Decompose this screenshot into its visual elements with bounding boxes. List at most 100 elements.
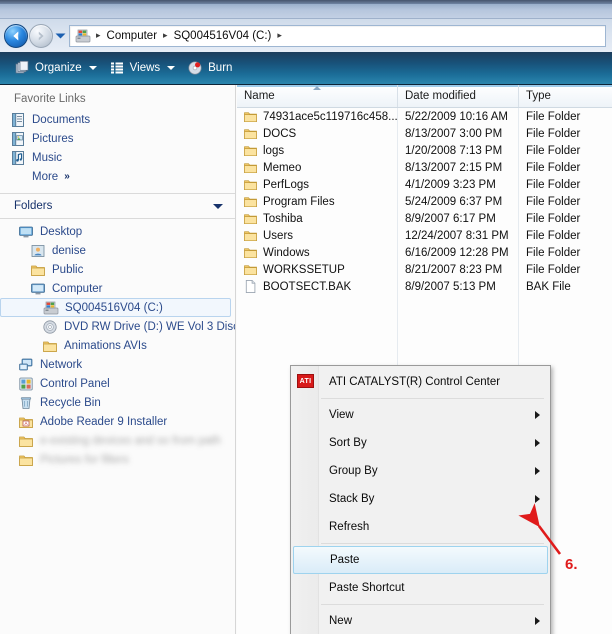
- column-header-date-modified[interactable]: Date modified: [397, 85, 518, 107]
- history-dropdown-icon[interactable]: [53, 24, 67, 48]
- tree-item-network[interactable]: Network: [0, 355, 235, 374]
- back-arrow-icon[interactable]: [4, 24, 28, 48]
- sidebar-item-music[interactable]: Music: [0, 148, 235, 167]
- menu-item-ati-catalyst-control-center[interactable]: ATI ATI CATALYST(R) Control Center: [291, 368, 550, 396]
- toolbar: Organize Views Bur: [0, 52, 612, 85]
- column-header-type[interactable]: Type: [518, 85, 612, 107]
- documents-icon: [10, 112, 26, 128]
- table-row[interactable]: PerfLogs 4/1/2009 3:23 PM File Folder: [237, 176, 612, 193]
- file-name-text: WORKSSETUP: [263, 264, 345, 276]
- submenu-arrow-icon: [535, 411, 540, 419]
- table-row[interactable]: 74931ace5c119716c458... 5/22/2009 10:16 …: [237, 108, 612, 125]
- views-icon: [109, 60, 125, 76]
- tree-item-desktop[interactable]: Desktop: [0, 222, 235, 241]
- organize-icon: [14, 60, 30, 76]
- table-row[interactable]: Memeo 8/13/2007 2:15 PM File Folder: [237, 159, 612, 176]
- tree-item-control-panel[interactable]: Control Panel: [0, 374, 235, 393]
- table-row[interactable]: WORKSSETUP 8/21/2007 8:23 PM File Folder: [237, 261, 612, 278]
- menu-item-new[interactable]: New: [291, 607, 550, 634]
- tree-item-redacted-2[interactable]: Pictures for filters: [0, 450, 235, 469]
- folder-icon: [243, 211, 258, 226]
- menu-item-view[interactable]: View: [291, 401, 550, 429]
- tree-item-denise[interactable]: denise: [0, 241, 235, 260]
- tree-item-computer[interactable]: Computer: [0, 279, 235, 298]
- menu-separator: [321, 604, 544, 605]
- folder-icon: [243, 126, 258, 141]
- date-modified-cell: 8/13/2007 3:00 PM: [397, 128, 518, 140]
- file-name-cell: Toshiba: [237, 211, 397, 226]
- tree-item-adobe-reader-installer[interactable]: A Adobe Reader 9 Installer: [0, 412, 235, 431]
- type-cell: File Folder: [518, 196, 612, 208]
- menu-item-group-by[interactable]: Group By: [291, 457, 550, 485]
- window-title-bar: [0, 0, 612, 19]
- favorite-links-title: Favorite Links: [0, 85, 235, 110]
- sidebar-more-button[interactable]: More »: [0, 167, 235, 186]
- table-row[interactable]: Windows 6/16/2009 12:28 PM File Folder: [237, 244, 612, 261]
- table-row[interactable]: Toshiba 8/9/2007 6:17 PM File Folder: [237, 210, 612, 227]
- breadcrumb-item-drive[interactable]: SQ004516V04 (C:): [170, 29, 276, 43]
- table-row[interactable]: BOOTSECT.BAK 8/9/2007 5:13 PM BAK File: [237, 278, 612, 295]
- menu-item-paste[interactable]: Paste: [293, 546, 548, 574]
- folder-icon: [18, 452, 34, 468]
- sidebar-item-pictures[interactable]: Pictures: [0, 129, 235, 148]
- table-row[interactable]: Users 12/24/2007 8:31 PM File Folder: [237, 227, 612, 244]
- column-header-name[interactable]: Name: [237, 85, 397, 107]
- context-menu: ATI ATI CATALYST(R) Control Center View …: [290, 365, 551, 634]
- tree-item-redacted-1[interactable]: e-existing devices and so from path: [0, 431, 235, 450]
- folder-icon: [243, 109, 258, 124]
- burn-button[interactable]: Burn: [181, 56, 238, 80]
- menu-item-label: New: [329, 615, 352, 627]
- tree-item-animations-avis[interactable]: Animations AVIs: [0, 336, 235, 355]
- chevron-down-icon[interactable]: [213, 204, 223, 209]
- tree-item-label: DVD RW Drive (D:) WE Vol 3 Disc: [64, 321, 236, 333]
- tree-item-drive-c[interactable]: SQ004516V04 (C:): [0, 298, 231, 317]
- file-name-cell: BOOTSECT.BAK: [237, 279, 397, 294]
- date-modified-cell: 8/9/2007 5:13 PM: [397, 281, 518, 293]
- table-row[interactable]: DOCS 8/13/2007 3:00 PM File Folder: [237, 125, 612, 142]
- menu-item-stack-by[interactable]: Stack By: [291, 485, 550, 513]
- tree-item-label: Animations AVIs: [64, 340, 147, 352]
- table-row[interactable]: Program Files 5/24/2009 6:37 PM File Fol…: [237, 193, 612, 210]
- tree-item-label: denise: [52, 245, 86, 257]
- folder-icon: [243, 228, 258, 243]
- breadcrumb[interactable]: ▸ Computer ▸ SQ004516V04 (C:) ▸: [69, 25, 606, 47]
- organize-button[interactable]: Organize: [8, 56, 103, 80]
- tree-item-dvd-drive[interactable]: DVD RW Drive (D:) WE Vol 3 Disc: [0, 317, 235, 336]
- table-row[interactable]: logs 1/20/2008 7:13 PM File Folder: [237, 142, 612, 159]
- file-name-text: PerfLogs: [263, 179, 309, 191]
- sidebar: Favorite Links Documents: [0, 85, 236, 634]
- date-modified-cell: 4/1/2009 3:23 PM: [397, 179, 518, 191]
- column-label: Name: [244, 90, 275, 102]
- menu-item-paste-shortcut[interactable]: Paste Shortcut: [291, 574, 550, 602]
- type-cell: File Folder: [518, 162, 612, 174]
- menu-item-label: Stack By: [329, 493, 374, 505]
- file-name-cell: DOCS: [237, 126, 397, 141]
- menu-item-sort-by[interactable]: Sort By: [291, 429, 550, 457]
- menu-item-refresh[interactable]: Refresh: [291, 513, 550, 541]
- menu-item-label: View: [329, 409, 354, 421]
- submenu-arrow-icon: [535, 617, 540, 625]
- more-label: More: [32, 171, 58, 183]
- sidebar-item-documents[interactable]: Documents: [0, 110, 235, 129]
- file-name-text: Users: [263, 230, 293, 242]
- tree-item-public[interactable]: Public: [0, 260, 235, 279]
- breadcrumb-item-computer[interactable]: Computer: [103, 29, 162, 43]
- navigation-buttons: [4, 24, 67, 48]
- file-name-text: Toshiba: [263, 213, 303, 225]
- folder-icon: [30, 262, 46, 278]
- tree-item-label: Adobe Reader 9 Installer: [40, 416, 167, 428]
- menu-separator: [321, 543, 544, 544]
- tree-item-recycle-bin[interactable]: Recycle Bin: [0, 393, 235, 412]
- control-panel-icon: [18, 376, 34, 392]
- computer-drive-icon: [75, 28, 91, 44]
- folder-icon: [243, 177, 258, 192]
- sidebar-item-label: Documents: [32, 114, 90, 126]
- file-name-text: BOOTSECT.BAK: [263, 281, 351, 293]
- views-button[interactable]: Views: [103, 56, 181, 80]
- file-name-text: logs: [263, 145, 284, 157]
- file-name-text: Windows: [263, 247, 310, 259]
- type-cell: File Folder: [518, 230, 612, 242]
- folder-tree: Desktop denise Public Computer: [0, 219, 235, 469]
- folders-section-header[interactable]: Folders: [0, 194, 235, 218]
- date-modified-cell: 1/20/2008 7:13 PM: [397, 145, 518, 157]
